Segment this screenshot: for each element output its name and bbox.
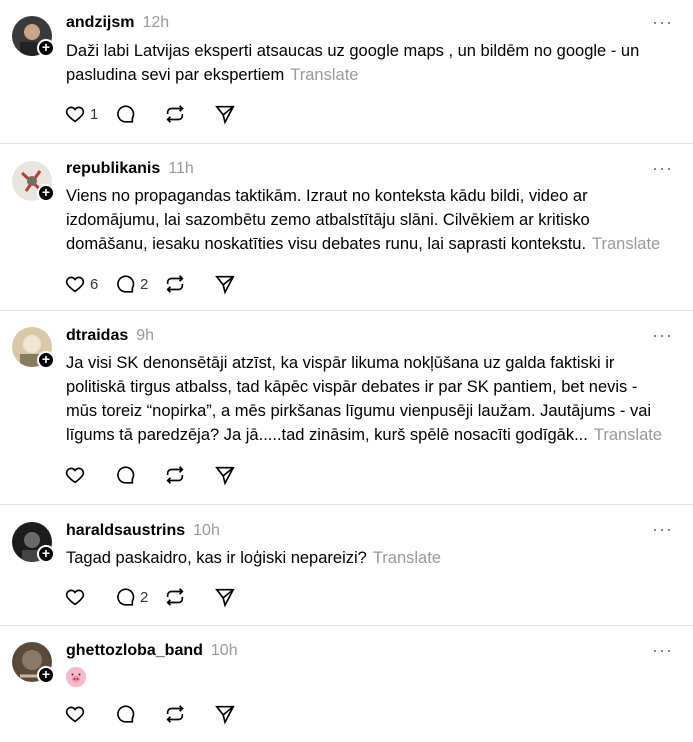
username[interactable]: republikanis (66, 160, 160, 178)
follow-plus-icon[interactable]: + (37, 39, 55, 57)
comment-icon (117, 705, 135, 723)
reply-button[interactable]: 2 (114, 584, 164, 610)
action-bar: 1 (64, 101, 264, 127)
translate-link[interactable]: Translate (290, 66, 358, 84)
post-text (66, 667, 667, 694)
timestamp[interactable]: 12h (142, 14, 169, 32)
post: + dtraidas 9h ··· Ja visi SK denonsētāji… (0, 311, 693, 505)
repost-icon (166, 275, 184, 293)
follow-plus-icon[interactable]: + (37, 184, 55, 202)
send-icon (215, 705, 235, 725)
post-header: ghettozloba_band 10h (66, 642, 238, 660)
username[interactable]: ghettozloba_band (66, 642, 203, 660)
repost-icon (166, 705, 184, 723)
comment-icon (117, 588, 135, 606)
action-bar (64, 701, 264, 727)
heart-icon (65, 106, 85, 123)
share-button[interactable] (214, 701, 264, 727)
like-count: 1 (90, 105, 99, 123)
post: + andzijsm 12h ··· Daži labi Latvijas ek… (0, 0, 693, 144)
repost-icon (166, 105, 184, 123)
post-text: Tagad paskaidro, kas ir loģiski nepareiz… (66, 549, 441, 567)
post: + haraldsaustrins 10h ··· Tagad paskaidr… (0, 505, 693, 626)
share-button[interactable] (214, 462, 264, 488)
repost-button[interactable] (164, 584, 214, 610)
post: + republikanis 11h ··· Viens no propagan… (0, 144, 693, 311)
heart-icon (65, 467, 85, 484)
reply-count: 2 (140, 275, 149, 293)
send-icon (215, 105, 235, 125)
follow-plus-icon[interactable]: + (37, 545, 55, 563)
repost-button[interactable] (164, 101, 214, 127)
pig-emoji-icon (66, 667, 86, 687)
like-button[interactable] (64, 584, 114, 610)
post-text: Ja visi SK denonsētāji atzīst, ka vispār… (66, 354, 663, 444)
heart-icon (65, 706, 85, 723)
reply-button[interactable] (114, 462, 164, 488)
like-count: 6 (90, 275, 99, 293)
post-header: republikanis 11h (66, 160, 194, 178)
repost-icon (166, 466, 184, 484)
translate-link[interactable]: Translate (594, 426, 662, 444)
reply-button[interactable] (114, 101, 164, 127)
repost-button[interactable] (164, 271, 214, 297)
follow-plus-icon[interactable]: + (37, 351, 55, 369)
share-button[interactable] (214, 584, 264, 610)
like-button[interactable] (64, 701, 114, 727)
more-options-icon[interactable]: ··· (652, 158, 673, 179)
repost-button[interactable] (164, 701, 214, 727)
comment-icon (117, 275, 135, 293)
send-icon (215, 275, 235, 295)
post: + ghettozloba_band 10h ··· (0, 626, 693, 742)
comment-icon (117, 466, 135, 484)
comment-icon (117, 105, 135, 123)
repost-icon (166, 588, 184, 606)
timestamp[interactable]: 9h (136, 327, 154, 345)
more-options-icon[interactable]: ··· (652, 640, 673, 661)
repost-button[interactable] (164, 462, 214, 488)
post-header: dtraidas 9h (66, 327, 154, 345)
translate-link[interactable]: Translate (373, 549, 441, 567)
reply-button[interactable]: 2 (114, 271, 164, 297)
post-header: andzijsm 12h (66, 14, 169, 32)
replies-feed: + andzijsm 12h ··· Daži labi Latvijas ek… (0, 0, 693, 742)
post-text: Viens no propagandas taktikām. Izraut no… (66, 187, 661, 253)
heart-icon (65, 276, 85, 293)
username[interactable]: dtraidas (66, 327, 128, 345)
like-button[interactable]: 1 (64, 101, 114, 127)
timestamp[interactable]: 11h (168, 160, 194, 178)
timestamp[interactable]: 10h (193, 522, 220, 540)
send-icon (215, 588, 235, 608)
post-header: haraldsaustrins 10h (66, 522, 220, 540)
post-text: Daži labi Latvijas eksperti atsaucas uz … (66, 42, 640, 84)
username[interactable]: andzijsm (66, 14, 134, 32)
follow-plus-icon[interactable]: + (37, 666, 55, 684)
action-bar (64, 462, 264, 488)
translate-link[interactable]: Translate (592, 235, 660, 253)
reply-count: 2 (140, 588, 149, 606)
more-options-icon[interactable]: ··· (652, 519, 673, 540)
share-button[interactable] (214, 101, 264, 127)
like-button[interactable]: 6 (64, 271, 114, 297)
send-icon (215, 466, 235, 486)
action-bar: 2 (64, 584, 264, 610)
more-options-icon[interactable]: ··· (652, 325, 673, 346)
action-bar: 6 2 (64, 271, 264, 297)
more-options-icon[interactable]: ··· (652, 12, 673, 33)
username[interactable]: haraldsaustrins (66, 522, 185, 540)
like-button[interactable] (64, 462, 114, 488)
timestamp[interactable]: 10h (211, 642, 238, 660)
reply-button[interactable] (114, 701, 164, 727)
heart-icon (65, 589, 85, 606)
share-button[interactable] (214, 271, 264, 297)
